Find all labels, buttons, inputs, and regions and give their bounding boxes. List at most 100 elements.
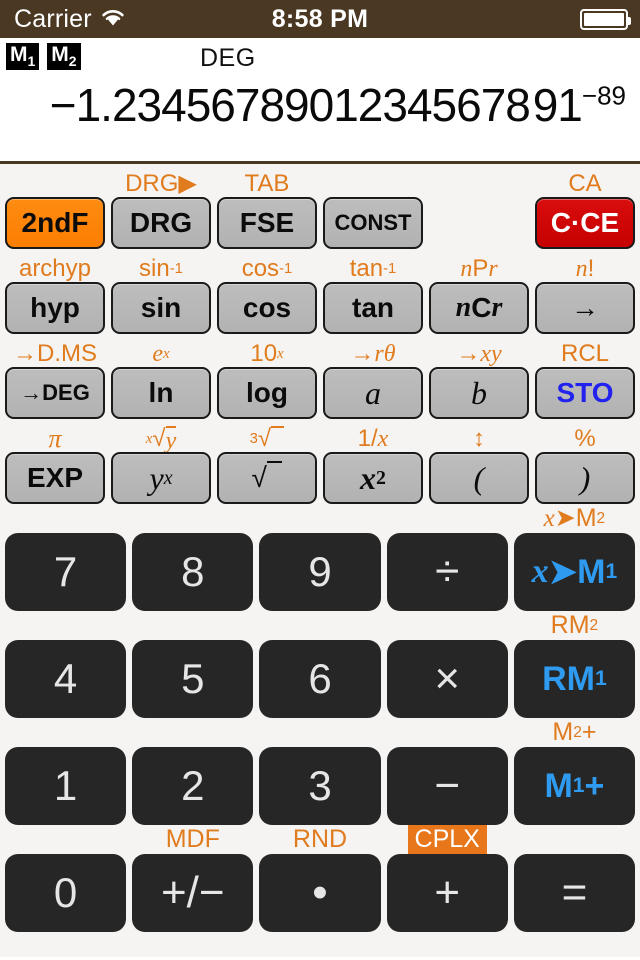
key-cell-clear: CA C·CE [532, 171, 638, 249]
digit-4-key[interactable]: 4 [5, 640, 127, 718]
clear-key[interactable]: C·CE [535, 197, 635, 249]
log-key[interactable]: log [217, 367, 317, 419]
empty-slot [429, 197, 529, 249]
display-mantissa: −1.23456789012345678 91 [49, 79, 583, 131]
sqrt-key[interactable]: √ [217, 452, 317, 504]
digit-2-key[interactable]: 2 [132, 747, 254, 825]
subtract-key[interactable]: − [386, 747, 508, 825]
key-cell-decimal-point: RND • [256, 825, 383, 932]
key-cell-cos: cos -1 cos [214, 256, 320, 334]
close-paren-key[interactable]: ) [535, 452, 635, 504]
ln-key[interactable]: ln [111, 367, 211, 419]
alt-label-to-rtheta: → rθ [350, 340, 396, 367]
key-cell-second-function: 2ndF [2, 171, 108, 249]
minus-icon: − [434, 761, 461, 810]
display-exponent: −89 [581, 80, 626, 111]
drg-key[interactable]: DRG [111, 197, 211, 249]
key-cell-x-squared: 1/x x2 [320, 426, 426, 504]
key-cell-digit-7: 7 [2, 504, 129, 611]
second-function-key[interactable]: 2ndF [5, 197, 105, 249]
key-cell-spacer [426, 171, 532, 249]
digit-1-key[interactable]: 1 [5, 747, 127, 825]
open-paren-key[interactable]: ( [429, 452, 529, 504]
alt-label-tab: TAB [244, 170, 290, 197]
alt-label-dms: →D.MS [13, 340, 97, 367]
digit-0-key[interactable]: 0 [5, 854, 127, 932]
plus-icon: + [434, 868, 461, 917]
alt-label-reciprocal: 1/x [357, 425, 389, 452]
key-cell-log: 10 x log [214, 341, 320, 419]
sto-key[interactable]: STO [535, 367, 635, 419]
multiply-key[interactable]: × [386, 640, 508, 718]
digit-3-key[interactable]: 3 [259, 747, 381, 825]
number-row-1: 7 8 9 ÷ x ➤M 2 x ➤M 1 [2, 504, 638, 611]
key-cell-tan: tan -1 tan [320, 256, 426, 334]
key-cell-divide: ÷ [384, 504, 511, 611]
memory-indicators: M1 M2 [6, 43, 81, 71]
alt-label-arctan: tan -1 [349, 255, 397, 282]
key-cell-add-m1: M 2 + M 1 + [511, 718, 638, 825]
digit-5-key[interactable]: 5 [132, 640, 254, 718]
key-cell-ln: ex ln [108, 341, 214, 419]
key-cell-y-to-x: x √ y yx [108, 425, 214, 504]
alt-label-rnd: RND [292, 825, 348, 853]
key-cell-digit-6: 6 [256, 611, 383, 718]
digit-8-key[interactable]: 8 [132, 533, 254, 611]
b-key[interactable]: b [429, 367, 529, 419]
store-m1-key[interactable]: x ➤M 1 [513, 533, 636, 611]
angle-mode-indicator: DEG [200, 44, 256, 72]
key-cell-hyp: archyp hyp [2, 256, 108, 334]
digit-7-key[interactable]: 7 [5, 533, 127, 611]
x-squared-key[interactable]: x2 [323, 452, 423, 504]
alt-label-drg: DRG▶ [125, 170, 197, 197]
key-cell-b: → xy b [426, 341, 532, 419]
alt-label-arcsin: sin -1 [139, 255, 183, 282]
alt-label-archyp: archyp [18, 255, 92, 282]
divide-key[interactable]: ÷ [386, 533, 508, 611]
sign-toggle-key[interactable]: +/− [132, 854, 254, 932]
decimal-point-key[interactable]: • [259, 854, 381, 932]
key-cell-const: CONST [320, 171, 426, 249]
fse-key[interactable]: FSE [217, 197, 317, 249]
alt-label-x-root-y: x √ y [145, 425, 177, 454]
key-cell-exp: π EXP [2, 426, 108, 504]
right-arrow-key[interactable]: → [535, 282, 635, 334]
function-key-area: 2ndF DRG▶ DRG TAB FSE CONST CA C·CE arch… [0, 164, 640, 504]
display-value: −1.23456789012345678 91−89 [0, 78, 626, 132]
key-cell-digit-0: 0 [2, 825, 129, 932]
key-cell-drg: DRG▶ DRG [108, 171, 214, 249]
key-cell-store-m1: x ➤M 2 x ➤M 1 [511, 504, 638, 611]
exp-key[interactable]: EXP [5, 452, 105, 504]
y-to-x-key[interactable]: yx [111, 452, 211, 504]
equals-key[interactable]: = [513, 854, 636, 932]
digit-6-key[interactable]: 6 [259, 640, 381, 718]
number-row-4: 0 MDF +/− RND • CPLX + = [2, 825, 638, 932]
alt-label-ten-to-x: 10 x [250, 340, 284, 367]
hyp-key[interactable]: hyp [5, 282, 105, 334]
a-key[interactable]: a [323, 367, 423, 419]
function-row-1: 2ndF DRG▶ DRG TAB FSE CONST CA C·CE [2, 164, 638, 249]
alt-label-to-xy: → xy [456, 340, 502, 367]
memory-indicator-m1: M1 [6, 43, 40, 71]
key-cell-digit-5: 5 [129, 611, 256, 718]
const-key[interactable]: CONST [323, 197, 423, 249]
alt-label-pi: π [48, 424, 62, 453]
ncr-key[interactable]: nCr [429, 282, 529, 334]
right-arrow-icon: → [571, 292, 599, 323]
alt-label-arccos: cos -1 [241, 255, 293, 282]
sin-key[interactable]: sin [111, 282, 211, 334]
key-cell-digit-3: 3 [256, 718, 383, 825]
add-m1-key[interactable]: M 1 + [513, 747, 636, 825]
cos-key[interactable]: cos [217, 282, 317, 334]
alt-label-e-to-x: ex [152, 341, 170, 367]
tan-key[interactable]: tan [323, 282, 423, 334]
digit-9-key[interactable]: 9 [259, 533, 381, 611]
to-deg-key[interactable]: →DEG [5, 367, 105, 419]
memory-indicator-m2: M2 [47, 43, 81, 71]
number-row-3: 1 2 3 − M 2 + M 1 + [2, 718, 638, 825]
keypad-panel: 2ndF DRG▶ DRG TAB FSE CONST CA C·CE arch… [0, 164, 640, 957]
recall-m1-key[interactable]: RM 1 [513, 640, 636, 718]
alt-label-mdf: MDF [165, 825, 220, 853]
key-cell-open-paren: ↕ ( [426, 426, 532, 504]
add-key[interactable]: + [386, 854, 508, 932]
